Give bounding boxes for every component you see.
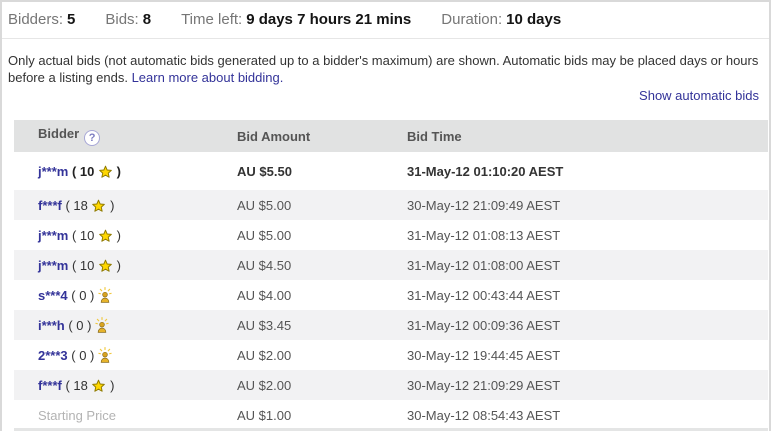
bidder-cell: f***f ( 18 ) [14, 378, 237, 393]
bidders-value: 5 [67, 11, 75, 28]
bidder-cell: 2***3 ( 0 ) [14, 347, 237, 363]
bidder-feedback: ( 18 ) [62, 198, 115, 213]
duration-label: Duration: [441, 11, 502, 28]
bid-time: 30-May-12 21:09:49 AEST [407, 198, 768, 213]
bidder-feedback: ( 0 ) [68, 348, 112, 363]
bidder-cell: f***f ( 18 ) [14, 198, 237, 213]
bid-time: 31-May-12 00:09:36 AEST [407, 318, 768, 333]
new-user-icon [95, 317, 109, 333]
bidder-name[interactable]: f***f [38, 378, 62, 393]
bidder-name[interactable]: i***h [38, 318, 65, 333]
bidder-feedback: ( 0 ) [65, 318, 109, 333]
bidder-name[interactable]: f***f [38, 198, 62, 213]
table-row: j***m ( 10 ) AU $5.50 31-May-12 01:10:20… [14, 152, 768, 190]
bidder-name: Starting Price [38, 408, 116, 423]
bid-table-body: j***m ( 10 ) AU $5.50 31-May-12 01:10:20… [14, 152, 768, 430]
bid-time: 30-May-12 08:54:43 AEST [407, 408, 768, 423]
duration: Duration:10 days [441, 11, 561, 28]
bids-label: Bids: [105, 11, 138, 28]
learn-more-link[interactable]: Learn more about bidding. [132, 70, 284, 85]
bid-time-column-header: Bid Time [407, 129, 768, 144]
bid-time: 30-May-12 19:44:45 AEST [407, 348, 768, 363]
bid-time: 31-May-12 01:08:13 AEST [407, 228, 768, 243]
page-frame: Bidders:5 Bids: 8 Time left:9 days 7 hour… [0, 0, 771, 431]
auction-summary-bar: Bidders:5 Bids: 8 Time left:9 days 7 hour… [2, 2, 769, 39]
table-row: j***m ( 10 ) AU $5.00 31-May-12 01:08:13… [14, 220, 768, 250]
time-left-label: Time left: [181, 11, 242, 28]
bidder-name[interactable]: 2***3 [38, 348, 68, 363]
bid-amount: AU $5.00 [237, 228, 407, 243]
bid-time: 31-May-12 00:43:44 AEST [407, 288, 768, 303]
bid-time: 31-May-12 01:08:00 AEST [407, 258, 768, 273]
bid-amount: AU $5.00 [237, 198, 407, 213]
table-row: f***f ( 18 ) AU $2.00 30-May-12 21:09:29… [14, 370, 768, 400]
star-icon [98, 229, 113, 243]
table-row: i***h ( 0 ) AU $3.45 31-May-12 00:09:36 … [14, 310, 768, 340]
table-header-row: Bidder? Bid Amount Bid Time [14, 120, 768, 152]
new-user-icon [98, 287, 112, 303]
bidder-feedback: ( 10 ) [68, 258, 121, 273]
table-row: s***4 ( 0 ) AU $4.00 31-May-12 00:43:44 … [14, 280, 768, 310]
table-row: f***f ( 18 ) AU $5.00 30-May-12 21:09:49… [14, 190, 768, 220]
bidder-feedback: ( 18 ) [62, 378, 115, 393]
bid-amount: AU $4.00 [237, 288, 407, 303]
bidder-cell: j***m ( 10 ) [14, 164, 237, 179]
bid-amount: AU $4.50 [237, 258, 407, 273]
time-left-value: 9 days 7 hours 21 mins [246, 11, 411, 28]
new-user-icon [98, 347, 112, 363]
table-row: Starting Price AU $1.00 30-May-12 08:54:… [14, 400, 768, 430]
show-automatic-bids-wrap: Show automatic bids [2, 86, 769, 103]
bidder-cell: j***m ( 10 ) [14, 228, 237, 243]
bid-amount: AU $1.00 [237, 408, 407, 423]
bidder-header-label: Bidder [38, 126, 79, 141]
bidder-name[interactable]: s***4 [38, 288, 68, 303]
bid-amount-column-header: Bid Amount [237, 129, 407, 144]
star-icon [91, 379, 106, 393]
star-icon [98, 165, 113, 179]
bidder-cell: s***4 ( 0 ) [14, 287, 237, 303]
bidder-feedback: ( 10 ) [68, 164, 121, 179]
bids-value: 8 [143, 11, 151, 28]
bid-history-table: Bidder? Bid Amount Bid Time j***m ( 10 )… [14, 120, 768, 430]
star-icon [98, 259, 113, 273]
bids-count: Bids: 8 [105, 11, 151, 28]
bid-time: 30-May-12 21:09:29 AEST [407, 378, 768, 393]
bidder-cell: Starting Price [14, 408, 237, 423]
bid-time: 31-May-12 01:10:20 AEST [407, 164, 768, 179]
table-row: 2***3 ( 0 ) AU $2.00 30-May-12 19:44:45 … [14, 340, 768, 370]
bidder-name[interactable]: j***m [38, 258, 68, 273]
bid-amount: AU $2.00 [237, 378, 407, 393]
show-automatic-bids-link[interactable]: Show automatic bids [639, 88, 759, 103]
bidder-cell: j***m ( 10 ) [14, 258, 237, 273]
table-row: j***m ( 10 ) AU $4.50 31-May-12 01:08:00… [14, 250, 768, 280]
bid-history-page: Bidders:5 Bids: 8 Time left:9 days 7 hour… [0, 0, 779, 431]
bid-amount: AU $3.45 [237, 318, 407, 333]
bidder-name[interactable]: j***m [38, 228, 68, 243]
bids-explanation-note: Only actual bids (not automatic bids gen… [2, 39, 775, 86]
star-icon [91, 199, 106, 213]
time-left: Time left:9 days 7 hours 21 mins [181, 11, 411, 28]
bid-amount: AU $2.00 [237, 348, 407, 363]
help-icon[interactable]: ? [84, 130, 100, 146]
duration-value: 10 days [506, 11, 561, 28]
bidder-feedback: ( 0 ) [68, 288, 112, 303]
bidder-column-header: Bidder? [14, 126, 237, 146]
bidders-label: Bidders: [8, 11, 63, 28]
bidders-count: Bidders:5 [8, 11, 75, 28]
bidder-cell: i***h ( 0 ) [14, 317, 237, 333]
note-text: Only actual bids (not automatic bids gen… [8, 53, 758, 85]
bidder-name[interactable]: j***m [38, 164, 68, 179]
bidder-feedback: ( 10 ) [68, 228, 121, 243]
bid-amount: AU $5.50 [237, 164, 407, 179]
